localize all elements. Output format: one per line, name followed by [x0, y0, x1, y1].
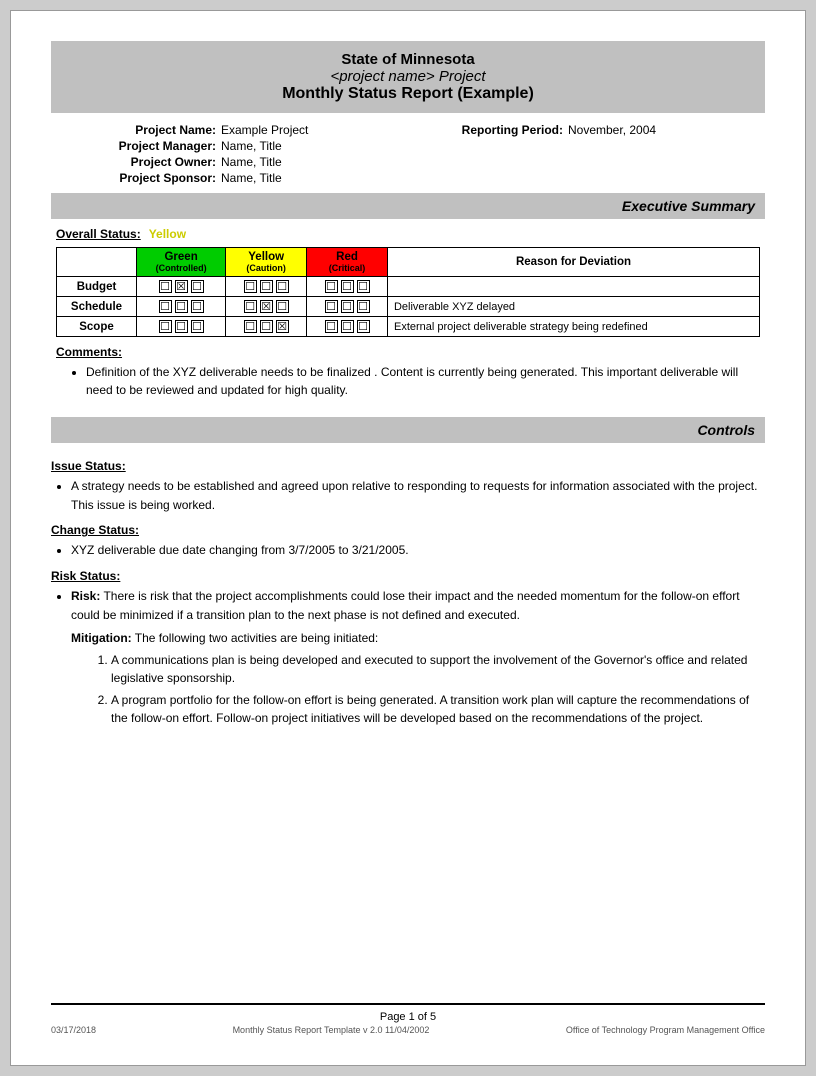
table-header-green: Green (Controlled) — [137, 248, 226, 277]
checkbox[interactable] — [159, 320, 172, 333]
controls-title: Controls — [697, 422, 755, 438]
issue-status-label: Issue Status: — [51, 459, 765, 473]
checkbox[interactable] — [175, 280, 188, 293]
mitigation-intro: The following two activities are being i… — [135, 631, 378, 645]
red-checkboxes — [307, 317, 388, 337]
reporting-period-value: November, 2004 — [568, 123, 755, 137]
green-checkboxes — [137, 297, 226, 317]
yellow-checkboxes — [226, 297, 307, 317]
list-item: A program portfolio for the follow-on ef… — [111, 691, 765, 727]
red-checkboxes — [307, 277, 388, 297]
checkbox[interactable] — [260, 320, 273, 333]
checkbox[interactable] — [191, 280, 204, 293]
mitigation-block: Mitigation: The following two activities… — [51, 629, 765, 727]
controls-section: Issue Status: A strategy needs to be est… — [51, 451, 765, 731]
footer-page: Page 1 of 5 — [380, 1011, 436, 1023]
list-item: A strategy needs to be established and a… — [71, 477, 765, 515]
comments-label: Comments: — [56, 345, 760, 359]
checkbox[interactable] — [341, 280, 354, 293]
header-title1: State of Minnesota — [71, 51, 745, 68]
table-row: Scope External project deliverable strate… — [57, 317, 760, 337]
green-checkboxes — [137, 317, 226, 337]
checkbox[interactable] — [276, 280, 289, 293]
overall-status: Overall Status: Yellow Green (Controlled… — [51, 227, 765, 409]
project-info: Project Name: Example Project Reporting … — [51, 123, 765, 185]
table-header-empty — [57, 248, 137, 277]
row-label: Scope — [57, 317, 137, 337]
yellow-checkboxes — [226, 277, 307, 297]
row-label: Schedule — [57, 297, 137, 317]
green-checkboxes — [137, 277, 226, 297]
checkbox[interactable] — [244, 280, 257, 293]
reason-cell: External project deliverable strategy be… — [387, 317, 759, 337]
page: State of Minnesota <project name> Projec… — [10, 10, 806, 1066]
checkbox[interactable] — [159, 300, 172, 313]
checkbox[interactable] — [244, 320, 257, 333]
risk-bullets: Risk: There is risk that the project acc… — [51, 587, 765, 625]
checkbox[interactable] — [244, 300, 257, 313]
checkbox[interactable] — [341, 300, 354, 313]
red-checkboxes — [307, 297, 388, 317]
checkbox[interactable] — [357, 280, 370, 293]
executive-summary-title: Executive Summary — [622, 198, 755, 214]
reporting-period-label: Reporting Period: — [408, 123, 568, 137]
overall-status-value: Yellow — [149, 227, 186, 241]
checkbox[interactable] — [260, 300, 273, 313]
checkbox[interactable] — [260, 280, 273, 293]
change-status-label: Change Status: — [51, 523, 765, 537]
overall-status-label: Overall Status: — [56, 227, 141, 241]
checkbox[interactable] — [325, 280, 338, 293]
checkbox[interactable] — [325, 320, 338, 333]
checkbox[interactable] — [175, 320, 188, 333]
list-item: XYZ deliverable due date changing from 3… — [71, 541, 765, 560]
checkbox[interactable] — [276, 300, 289, 313]
table-row: Budget — [57, 277, 760, 297]
footer: Page 1 of 5 03/17/2018 Monthly Status Re… — [51, 1003, 765, 1035]
reason-cell: Deliverable XYZ delayed — [387, 297, 759, 317]
yellow-checkboxes — [226, 317, 307, 337]
checkbox[interactable] — [159, 280, 172, 293]
status-table: Green (Controlled) Yellow (Caution) Red … — [56, 247, 760, 337]
checkbox[interactable] — [341, 320, 354, 333]
footer-date: 03/17/2018 — [51, 1025, 96, 1035]
project-name-value: Example Project — [221, 123, 408, 137]
header-title3: Monthly Status Report (Example) — [71, 85, 745, 103]
mitigation-list: A communications plan is being developed… — [71, 651, 765, 727]
footer-office: Office of Technology Program Management … — [566, 1025, 765, 1035]
checkbox[interactable] — [357, 300, 370, 313]
project-manager-value: Name, Title — [221, 139, 408, 153]
checkbox[interactable] — [175, 300, 188, 313]
project-owner-value: Name, Title — [221, 155, 408, 169]
checkbox[interactable] — [191, 300, 204, 313]
checkbox[interactable] — [191, 320, 204, 333]
reason-cell — [387, 277, 759, 297]
project-name-label: Project Name: — [61, 123, 221, 137]
project-sponsor-label: Project Sponsor: — [61, 171, 221, 185]
table-row: Schedule Deliverable XYZ delayed — [57, 297, 760, 317]
checkbox[interactable] — [276, 320, 289, 333]
list-item: A communications plan is being developed… — [111, 651, 765, 687]
header-title2: <project name> Project — [71, 68, 745, 85]
comments-list: Definition of the XYZ deliverable needs … — [56, 363, 760, 399]
header-banner: State of Minnesota <project name> Projec… — [51, 41, 765, 113]
change-bullets: XYZ deliverable due date changing from 3… — [51, 541, 765, 560]
row-label: Budget — [57, 277, 137, 297]
footer-template: Monthly Status Report Template v 2.0 11/… — [233, 1025, 430, 1035]
list-item: Risk: There is risk that the project acc… — [71, 587, 765, 625]
table-header-reason: Reason for Deviation — [387, 248, 759, 277]
project-sponsor-value: Name, Title — [221, 171, 408, 185]
issue-bullets: A strategy needs to be established and a… — [51, 477, 765, 515]
checkbox[interactable] — [357, 320, 370, 333]
list-item: Definition of the XYZ deliverable needs … — [86, 363, 760, 399]
project-manager-label: Project Manager: — [61, 139, 221, 153]
table-header-yellow: Yellow (Caution) — [226, 248, 307, 277]
mitigation-label: Mitigation: — [71, 631, 132, 645]
controls-header: Controls — [51, 417, 765, 443]
risk-status-label: Risk Status: — [51, 569, 765, 583]
project-owner-label: Project Owner: — [61, 155, 221, 169]
executive-summary-header: Executive Summary — [51, 193, 765, 219]
table-header-red: Red (Critical) — [307, 248, 388, 277]
comments-section: Comments: Definition of the XYZ delivera… — [56, 345, 760, 399]
checkbox[interactable] — [325, 300, 338, 313]
